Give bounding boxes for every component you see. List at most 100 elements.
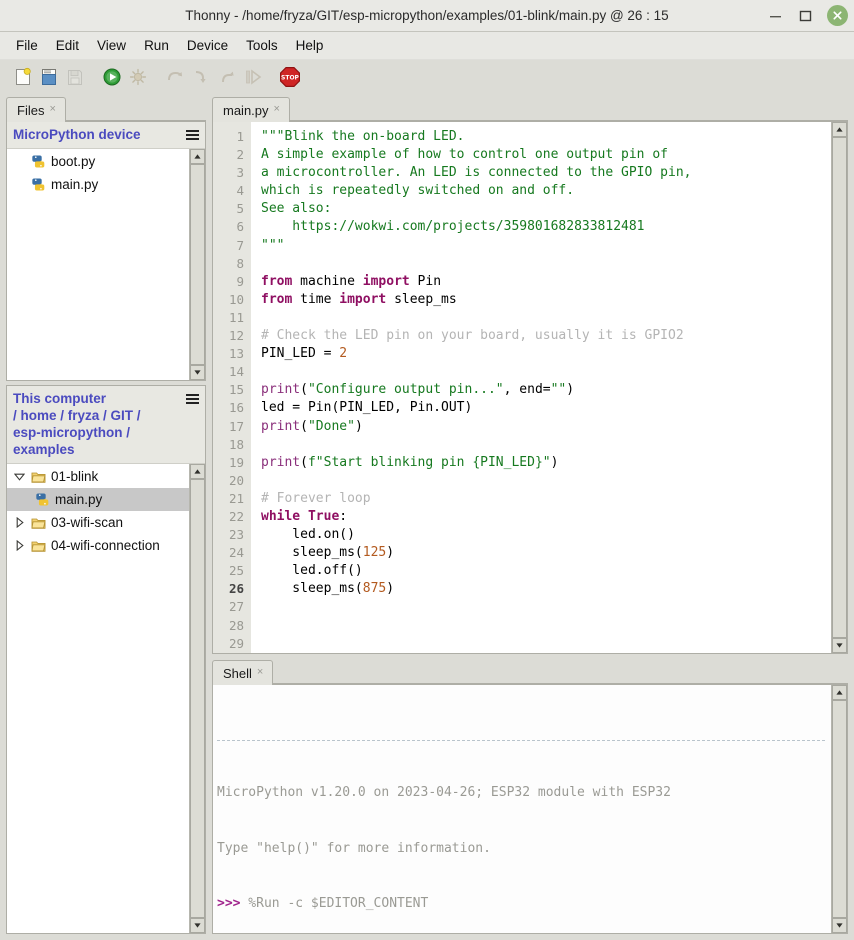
scroll-thumb[interactable] bbox=[190, 479, 205, 918]
scroll-thumb[interactable] bbox=[190, 164, 205, 365]
tab-main-py[interactable]: main.py × bbox=[212, 97, 290, 122]
maximize-icon[interactable] bbox=[797, 7, 814, 24]
line-number: 15 bbox=[228, 382, 244, 398]
line-number: 6 bbox=[236, 219, 244, 235]
code-line: print("Configure output pin...", end="") bbox=[261, 382, 575, 398]
scroll-track[interactable] bbox=[190, 479, 205, 918]
list-item[interactable]: main.py bbox=[7, 173, 189, 196]
scroll-thumb[interactable] bbox=[832, 137, 847, 638]
chevron-right-icon[interactable] bbox=[11, 517, 27, 528]
chevron-right-icon[interactable] bbox=[11, 540, 27, 551]
list-item-label: 01-blink bbox=[51, 469, 99, 484]
shell-console[interactable]: MicroPython v1.20.0 on 2023-04-26; ESP32… bbox=[213, 685, 831, 933]
tab-main-py-label: main.py bbox=[223, 102, 269, 118]
right-column: main.py × 1 2 3 4 5 6 7 8 9 10 11 12 13 14 15 16 17 18 19 2… bbox=[212, 94, 848, 934]
code-line: sleep_ms(875) bbox=[261, 581, 395, 597]
step-over-icon bbox=[162, 64, 188, 90]
scroll-track[interactable] bbox=[832, 137, 847, 638]
menu-run[interactable]: Run bbox=[136, 35, 177, 56]
code-line: sleep_ms(125) bbox=[261, 545, 395, 561]
tab-shell-close-icon[interactable]: × bbox=[257, 667, 263, 679]
title-bar: Thonny - /home/fryza/GIT/esp-micropython… bbox=[0, 0, 854, 32]
scroll-track[interactable] bbox=[190, 164, 205, 365]
debug-icon bbox=[125, 64, 151, 90]
window-title: Thonny - /home/fryza/GIT/esp-micropython… bbox=[185, 7, 669, 23]
local-menu-icon[interactable] bbox=[186, 390, 199, 404]
resume-icon bbox=[240, 64, 266, 90]
device-header[interactable]: MicroPython device bbox=[7, 122, 205, 149]
line-number: 28 bbox=[228, 617, 244, 633]
device-files-pane: MicroPython device boot.py main.py bbox=[6, 121, 206, 381]
line-number: 21 bbox=[228, 490, 244, 506]
code-line: from machine import Pin bbox=[261, 273, 442, 289]
scroll-down-icon[interactable] bbox=[832, 918, 847, 933]
menu-tools[interactable]: Tools bbox=[238, 35, 286, 56]
menu-edit[interactable]: Edit bbox=[48, 35, 87, 56]
shell-command: %Run -c $EDITOR_CONTENT bbox=[240, 896, 429, 911]
list-item-label: main.py bbox=[51, 177, 99, 192]
breadcrumb-line-3: esp-micropython / bbox=[13, 425, 131, 440]
tab-files-close-icon[interactable]: × bbox=[49, 104, 55, 116]
menu-view[interactable]: View bbox=[89, 35, 134, 56]
list-item[interactable]: 04-wifi-connection bbox=[7, 534, 189, 557]
list-item[interactable]: boot.py bbox=[7, 150, 189, 173]
line-number: 4 bbox=[236, 183, 244, 199]
folder-icon bbox=[27, 516, 49, 530]
menu-help[interactable]: Help bbox=[288, 35, 332, 56]
scroll-down-icon[interactable] bbox=[832, 638, 847, 653]
code-line: """ bbox=[261, 237, 285, 253]
shell-command-line: >>> %Run -c $EDITOR_CONTENT bbox=[217, 895, 831, 914]
run-icon[interactable] bbox=[99, 64, 125, 90]
close-icon[interactable] bbox=[827, 5, 848, 26]
tab-files-label: Files bbox=[17, 102, 45, 118]
shell-scrollbar[interactable] bbox=[831, 685, 847, 933]
new-file-icon[interactable] bbox=[10, 64, 36, 90]
scroll-up-icon[interactable] bbox=[190, 464, 205, 479]
menu-device[interactable]: Device bbox=[179, 35, 236, 56]
shell-banner-line-1: MicroPython v1.20.0 on 2023-04-26; ESP32… bbox=[217, 785, 671, 800]
tab-files[interactable]: Files × bbox=[6, 97, 66, 122]
list-item[interactable]: 03-wifi-scan bbox=[7, 511, 189, 534]
editor-scrollbar[interactable] bbox=[831, 122, 847, 653]
code-line: led.off() bbox=[261, 563, 363, 579]
line-number: 12 bbox=[228, 328, 244, 344]
device-pane-row: boot.py main.py bbox=[7, 149, 205, 380]
list-item[interactable]: main.py bbox=[7, 488, 189, 511]
scroll-up-icon[interactable] bbox=[832, 122, 847, 137]
open-file-icon[interactable] bbox=[36, 64, 62, 90]
folder-icon bbox=[27, 539, 49, 553]
local-tree-scrollbar[interactable] bbox=[189, 464, 205, 933]
scroll-up-icon[interactable] bbox=[190, 149, 205, 164]
scroll-down-icon[interactable] bbox=[190, 365, 205, 380]
line-number: 7 bbox=[236, 237, 244, 253]
code-line: PIN_LED = 2 bbox=[261, 346, 348, 362]
scroll-down-icon[interactable] bbox=[190, 918, 205, 933]
list-item[interactable]: 01-blink bbox=[7, 465, 189, 488]
device-tree-scrollbar[interactable] bbox=[189, 149, 205, 380]
scroll-thumb[interactable] bbox=[832, 700, 847, 918]
tab-main-py-close-icon[interactable]: × bbox=[274, 104, 280, 116]
line-number: 2 bbox=[236, 147, 244, 163]
code-editor[interactable]: """Blink the on-board LED. A simple examp… bbox=[251, 122, 831, 653]
tab-shell[interactable]: Shell × bbox=[212, 660, 274, 685]
local-header[interactable]: This computer / home / fryza / GIT / esp… bbox=[7, 386, 205, 464]
chevron-down-icon[interactable] bbox=[11, 472, 27, 481]
scroll-up-icon[interactable] bbox=[832, 685, 847, 700]
minimize-icon[interactable] bbox=[767, 7, 784, 24]
python-file-icon bbox=[31, 492, 53, 507]
line-number: 9 bbox=[236, 273, 244, 289]
code-line: led.on() bbox=[261, 527, 355, 543]
line-number: 13 bbox=[228, 346, 244, 362]
editor-tabstrip: main.py × bbox=[212, 94, 848, 122]
stop-icon[interactable]: STOP bbox=[277, 64, 303, 90]
list-item-label: 03-wifi-scan bbox=[51, 515, 124, 530]
local-header-label: This computer / home / fryza / GIT / esp… bbox=[13, 390, 141, 458]
line-number: 1 bbox=[236, 129, 244, 144]
menu-file[interactable]: File bbox=[8, 35, 46, 56]
line-number: 10 bbox=[228, 291, 244, 307]
scroll-track[interactable] bbox=[832, 700, 847, 918]
device-menu-icon[interactable] bbox=[186, 126, 199, 140]
